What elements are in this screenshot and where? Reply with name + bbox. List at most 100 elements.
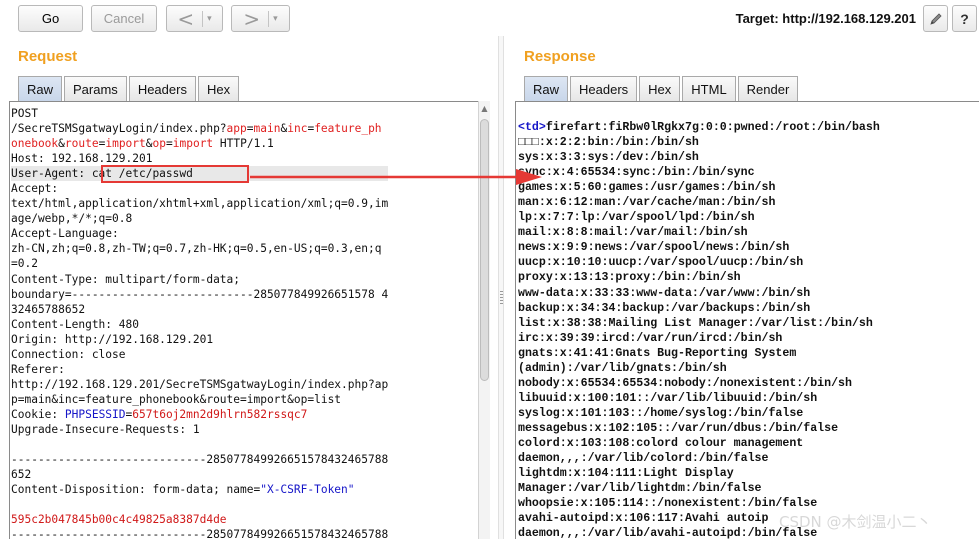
request-tab-raw[interactable]: Raw	[18, 76, 63, 101]
response-line: <td>firefart:fiRbw0lRgkx7g:0:0:pwned:/ro…	[518, 120, 880, 135]
request-line: Referer:	[11, 362, 388, 377]
chevron-down-icon[interactable]: ▾	[273, 14, 278, 24]
request-token: boundary=---------------------------2850…	[11, 287, 389, 301]
request-line: 32465788652	[11, 302, 388, 317]
response-line: libuuid:x:100:101::/var/lib/libuuid:/bin…	[518, 391, 880, 406]
request-token: http://192.168.129.201/SecreTSMSgatwayLo…	[11, 377, 389, 391]
request-token: Content-Type: multipart/form-data;	[11, 272, 241, 286]
response-line: daemon,,,:/var/lib/colord:/bin/false	[518, 451, 880, 466]
request-token: app	[226, 122, 247, 136]
response-token: sys:x:3:3:sys:/dev:/bin/sh	[518, 151, 699, 165]
request-title: Request	[18, 48, 78, 65]
response-line: proxy:x:13:13:proxy:/bin:/bin/sh	[518, 270, 880, 285]
request-token: p=main&inc=feature_phonebook&route=impor…	[11, 392, 342, 406]
back-separator	[202, 10, 204, 27]
scroll-up-icon[interactable]: ▲	[480, 104, 489, 114]
chevron-down-icon[interactable]: ▾	[207, 14, 212, 24]
cancel-button[interactable]: Cancel	[91, 5, 157, 32]
response-token: whoopsie:x:105:114::/nonexistent:/bin/fa…	[518, 497, 818, 511]
edit-target-button[interactable]	[923, 5, 948, 32]
divider-grip[interactable]	[500, 291, 503, 305]
request-scrollbar[interactable]: ▲	[478, 101, 490, 539]
forward-button[interactable]: > ▾	[231, 5, 290, 32]
request-line: Content-Length: 480	[11, 317, 388, 332]
response-line: lightdm:x:104:111:Light Display	[518, 466, 880, 481]
back-button[interactable]: < ▾	[166, 5, 223, 32]
request-token: Upgrade-Insecure-Requests: 1	[11, 422, 200, 436]
response-line: list:x:38:38:Mailing List Manager:/var/l…	[518, 316, 880, 331]
response-line: □□□:x:2:2:bin:/bin:/bin/sh	[518, 135, 880, 150]
request-line: -----------------------------28507784992…	[11, 527, 388, 539]
request-line: text/html,application/xhtml+xml,applicat…	[11, 196, 388, 211]
response-token: □□□:x:2:2:bin:/bin:/bin/sh	[518, 136, 699, 150]
scrollbar-thumb[interactable]	[480, 119, 489, 381]
response-tab-headers[interactable]: Headers	[570, 76, 638, 101]
response-token: list:x:38:38:Mailing List Manager:/var/l…	[518, 316, 873, 330]
request-line	[11, 497, 388, 512]
response-token: libuuid:x:100:101::/var/lib/libuuid:/bin…	[518, 391, 818, 405]
response-tab-html[interactable]: HTML	[682, 76, 736, 101]
response-line: sys:x:3:3:sys:/dev:/bin/sh	[518, 150, 880, 165]
response-token: uucp:x:10:10:uucp:/var/spool/uucp:/bin/s…	[518, 256, 804, 270]
request-line: Upgrade-Insecure-Requests: 1	[11, 422, 388, 437]
response-token: gnats:x:41:41:Gnats Bug-Reporting System	[518, 346, 797, 360]
request-token: /SecreTSMSgatwayLogin/index.php?	[11, 122, 227, 136]
request-token: Referer:	[11, 362, 65, 376]
request-tab-headers[interactable]: Headers	[128, 76, 196, 101]
request-line: Origin: http://192.168.129.201	[11, 332, 388, 347]
forward-separator	[268, 10, 270, 27]
request-token: 595c2b047845b00c4c49825a8387d4de	[11, 513, 227, 527]
request-token: PHPSESSID	[64, 407, 126, 421]
response-text[interactable]: <td>firefart:fiRbw0lRgkx7g:0:0:pwned:/ro…	[518, 120, 880, 539]
request-token: &	[145, 137, 153, 151]
pencil-icon	[929, 12, 942, 25]
response-token: sync:x:4:65534:sync:/bin:/bin/sync	[518, 166, 755, 180]
request-tab-params[interactable]: Params	[64, 76, 127, 101]
response-editor[interactable]: <td>firefart:fiRbw0lRgkx7g:0:0:pwned:/ro…	[515, 101, 979, 539]
request-token: Accept:	[11, 182, 59, 196]
request-token: inc	[287, 122, 308, 136]
request-line: Content-Type: multipart/form-data;	[11, 272, 388, 287]
request-line	[11, 437, 388, 452]
response-tab-render[interactable]: Render	[737, 76, 799, 101]
request-tabs: Raw Params Headers Hex	[18, 76, 241, 101]
go-button[interactable]: Go	[18, 5, 83, 32]
response-token: avahi-autoipd:x:106:117:Avahi autoip	[518, 512, 769, 526]
request-line: Content-Disposition: form-data; name="X-…	[11, 482, 388, 497]
response-title: Response	[524, 48, 596, 65]
response-line: (admin):/var/lib/gnats:/bin/sh	[518, 361, 880, 376]
response-token: irc:x:39:39:ircd:/var/run/ircd:/bin/sh	[518, 331, 783, 345]
request-token: "X-CSRF-Token"	[260, 483, 355, 497]
response-token: lightdm:x:104:111:Light Display	[518, 467, 734, 481]
response-line: mail:x:8:8:mail:/var/mail:/bin/sh	[518, 225, 880, 240]
pane-divider[interactable]	[498, 36, 504, 539]
response-line: Manager:/var/lib/lightdm:/bin/false	[518, 481, 880, 496]
help-button[interactable]: ?	[952, 5, 977, 32]
request-token: import	[105, 137, 146, 151]
request-token: Origin: http://192.168.129.201	[11, 332, 214, 346]
forward-arrow-icon: >	[243, 6, 261, 31]
response-token: backup:x:34:34:backup:/var/backups:/bin/…	[518, 301, 811, 315]
request-line: Cookie: PHPSESSID=657t6oj2mn2d9hlrn582rs…	[11, 407, 388, 422]
response-token: messagebus:x:102:105::/var/run/dbus:/bin…	[518, 421, 839, 435]
response-token: <td>	[518, 121, 546, 134]
request-token: HTTP/1.1	[213, 137, 274, 151]
response-line: www-data:x:33:33:www-data:/var/www:/bin/…	[518, 286, 880, 301]
request-token: zh-CN,zh;q=0.8,zh-TW;q=0.7,zh-HK;q=0.5,e…	[11, 242, 382, 256]
response-line: colord:x:103:108:colord colour managemen…	[518, 436, 880, 451]
response-token: proxy:x:13:13:proxy:/bin:/bin/sh	[518, 271, 741, 285]
response-token: games:x:5:60:games:/usr/games:/bin/sh	[518, 181, 776, 195]
request-editor[interactable]: POST/SecreTSMSgatwayLogin/index.php?app=…	[9, 101, 490, 539]
request-token: Content-Disposition: form-data; name=	[11, 483, 261, 497]
request-token: =	[166, 137, 173, 151]
request-token: Content-Length: 480	[11, 317, 139, 331]
response-line: games:x:5:60:games:/usr/games:/bin/sh	[518, 180, 880, 195]
request-tab-hex[interactable]: Hex	[197, 76, 240, 101]
response-line: news:x:9:9:news:/var/spool/news:/bin/sh	[518, 240, 880, 255]
request-token: -----------------------------28507784992…	[11, 528, 389, 539]
response-line: man:x:6:12:man:/var/cache/man:/bin/sh	[518, 195, 880, 210]
request-token: &	[58, 137, 65, 151]
response-tab-raw[interactable]: Raw	[524, 76, 569, 101]
response-tab-hex[interactable]: Hex	[639, 76, 681, 101]
response-line: gnats:x:41:41:Gnats Bug-Reporting System	[518, 346, 880, 361]
